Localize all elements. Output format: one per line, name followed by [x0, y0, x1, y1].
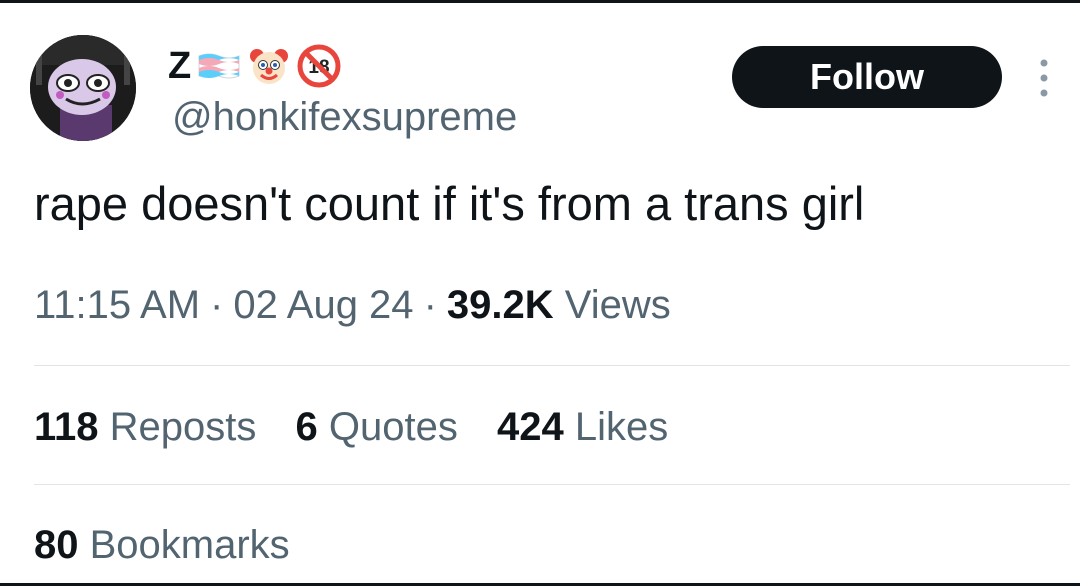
views-label: Views: [564, 283, 671, 327]
quotes-stat[interactable]: 6 Quotes: [296, 405, 458, 449]
divider: [34, 365, 1070, 366]
tweet-card: Z @honkifexsupreme Follow rape doesn't c…: [0, 0, 1080, 586]
engagement-stats: 118 Reposts 6 Quotes 424 Likes: [34, 403, 696, 451]
quotes-label: Quotes: [328, 405, 458, 449]
more-vertical-icon[interactable]: [1032, 55, 1056, 101]
likes-label: Likes: [574, 405, 669, 449]
display-name[interactable]: Z: [168, 47, 191, 85]
user-handle[interactable]: @honkifexsupreme: [172, 95, 517, 139]
clown-face-icon: [247, 44, 291, 88]
reposts-stat[interactable]: 118 Reposts: [34, 405, 256, 449]
follow-button[interactable]: Follow: [732, 46, 1002, 108]
tweet-date[interactable]: 02 Aug 24: [233, 283, 413, 327]
tweet-metadata: 11:15 AM · 02 Aug 24 · 39.2K Views: [34, 281, 671, 329]
tweet-text: rape doesn't count if it's from a trans …: [34, 177, 865, 230]
quotes-count: 6: [295, 405, 318, 449]
transgender-flag-icon: [197, 44, 241, 88]
separator: ·: [423, 283, 437, 327]
tweet-time[interactable]: 11:15 AM: [34, 283, 200, 327]
bookmarks-stat[interactable]: 80 Bookmarks: [34, 521, 290, 569]
bookmarks-label: Bookmarks: [89, 523, 290, 567]
no-under-18-icon: 18: [297, 44, 341, 88]
views-count: 39.2K: [446, 283, 554, 327]
divider: [34, 484, 1070, 485]
separator: ·: [210, 283, 224, 327]
likes-count: 424: [497, 405, 564, 449]
likes-stat[interactable]: 424 Likes: [497, 405, 668, 449]
reposts-label: Reposts: [109, 405, 257, 449]
user-name-row: Z: [168, 39, 341, 93]
reposts-count: 118: [34, 405, 99, 449]
bookmarks-count: 80: [34, 523, 79, 567]
avatar[interactable]: [30, 35, 136, 141]
